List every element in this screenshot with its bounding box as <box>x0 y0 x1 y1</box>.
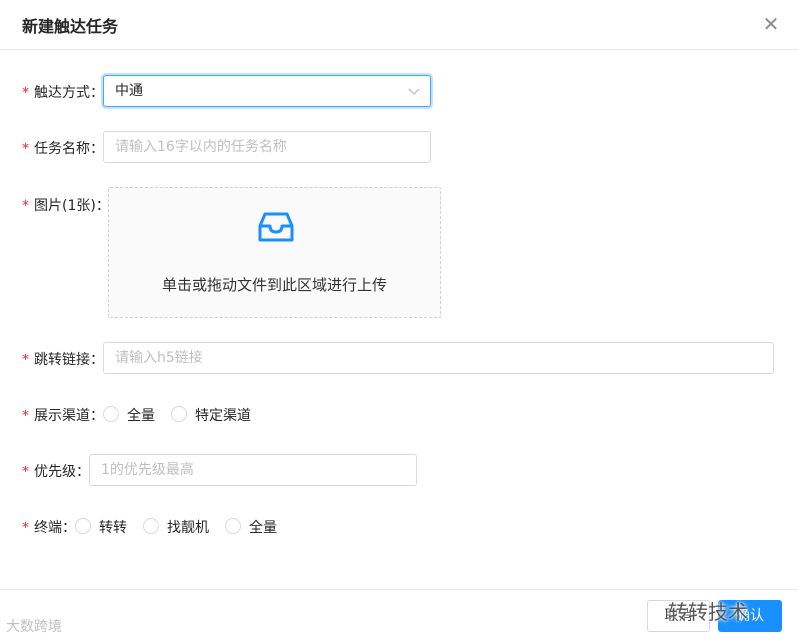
required-mark: * <box>22 85 29 101</box>
dialog-header: 新建触达任务 ✕ <box>0 0 798 50</box>
method-select[interactable]: 中通 <box>103 75 431 107</box>
jump-link-input[interactable]: 请输入h5链接 <box>103 342 774 374</box>
channel-label: * 展示渠道： <box>22 408 104 424</box>
jump-link-label: * 跳转链接： <box>22 352 104 368</box>
required-mark: * <box>22 141 29 157</box>
channel-option-all: 全量 <box>127 408 155 424</box>
terminal-label-text: 终端 <box>34 520 62 536</box>
task-name-placeholder: 请输入16字以内的任务名称 <box>115 139 287 155</box>
method-label-text: 触达方式 <box>34 85 90 101</box>
task-name-input[interactable]: 请输入16字以内的任务名称 <box>103 131 431 163</box>
priority-label: * 优先级： <box>22 464 90 480</box>
priority-placeholder: 1的优先级最高 <box>101 462 194 478</box>
close-icon[interactable]: ✕ <box>759 12 783 36</box>
channel-label-text: 展示渠道 <box>34 408 90 424</box>
watermark-right: 转转技术 <box>668 600 748 624</box>
terminal-option-all: 全量 <box>249 520 277 536</box>
dialog-title: 新建触达任务 <box>22 17 119 36</box>
terminal-option-zhuanzhuan: 转转 <box>99 520 127 536</box>
required-mark: * <box>22 520 29 536</box>
new-task-dialog: 新建触达任务 ✕ * 触达方式： 中通 * 任务名称： 请输入16字以内的任务名称 … <box>0 0 798 642</box>
upload-hint: 单击或拖动文件到此区域进行上传 <box>161 276 387 294</box>
method-label: * 触达方式： <box>22 85 104 101</box>
image-label: * 图片(1张)： <box>22 198 110 214</box>
priority-label-text: 优先级 <box>34 464 76 480</box>
method-select-value: 中通 <box>115 83 143 99</box>
terminal-radio-all[interactable] <box>225 518 241 534</box>
terminal-option-zhaoliangji: 找靓机 <box>167 520 209 536</box>
channel-radio-all[interactable] <box>103 406 119 422</box>
terminal-radio-zhaoliangji[interactable] <box>143 518 159 534</box>
image-upload-dropzone[interactable]: 单击或拖动文件到此区域进行上传 <box>108 187 441 318</box>
chevron-down-icon <box>408 88 420 95</box>
terminal-label: * 终端： <box>22 520 76 536</box>
task-name-label: * 任务名称： <box>22 141 104 157</box>
required-mark: * <box>22 464 29 480</box>
channel-option-specific: 特定渠道 <box>195 408 251 424</box>
jump-link-label-text: 跳转链接 <box>34 352 90 368</box>
terminal-radio-zhuanzhuan[interactable] <box>75 518 91 534</box>
image-label-text: 图片(1张) <box>34 198 96 214</box>
task-name-label-text: 任务名称 <box>34 141 90 157</box>
required-mark: * <box>22 198 29 214</box>
jump-link-placeholder: 请输入h5链接 <box>115 350 203 366</box>
priority-input[interactable]: 1的优先级最高 <box>89 454 417 486</box>
watermark-left: 大数跨境 <box>6 619 62 635</box>
channel-radio-specific[interactable] <box>171 406 187 422</box>
inbox-icon <box>258 212 294 242</box>
required-mark: * <box>22 408 29 424</box>
required-mark: * <box>22 352 29 368</box>
